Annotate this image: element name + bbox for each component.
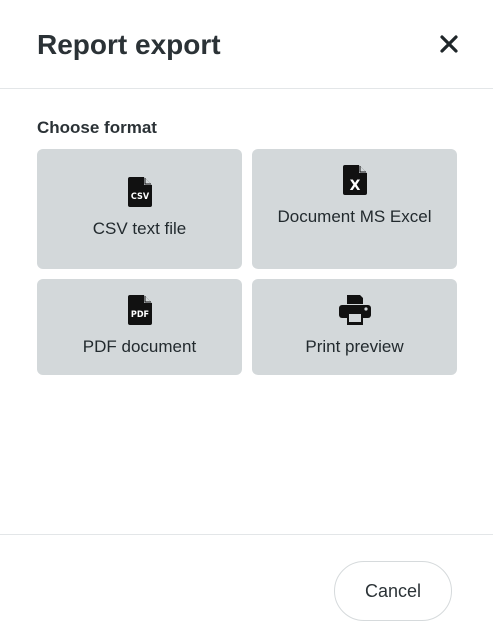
excel-icon-text: X <box>349 178 360 194</box>
cancel-button[interactable]: Cancel <box>334 561 452 621</box>
pdf-file-icon: PDF <box>127 295 152 325</box>
close-icon <box>440 35 458 53</box>
excel-format-label: Document MS Excel <box>277 207 432 226</box>
dialog-footer: Cancel <box>0 534 493 644</box>
pdf-format-option[interactable]: PDF PDF document <box>37 279 242 375</box>
dialog-title: Report export <box>37 29 221 60</box>
pdf-format-label: PDF document <box>82 337 197 356</box>
excel-format-option[interactable]: X Document MS Excel <box>252 149 457 269</box>
dialog-header: Report export <box>0 0 493 89</box>
choose-format-label: Choose format <box>37 118 157 137</box>
print-preview-label: Print preview <box>305 337 404 356</box>
report-export-dialog: Report export Choose format CSV CSV text… <box>0 0 493 644</box>
csv-icon-text: CSV <box>130 192 149 202</box>
pdf-icon-text: PDF <box>130 310 148 320</box>
excel-file-icon: X <box>342 165 367 195</box>
print-preview-option[interactable]: Print preview <box>252 279 457 375</box>
printer-icon <box>338 295 371 325</box>
csv-format-label: CSV text file <box>92 219 187 238</box>
close-button[interactable] <box>436 31 464 59</box>
csv-format-option[interactable]: CSV CSV text file <box>37 149 242 269</box>
csv-file-icon: CSV <box>127 177 152 207</box>
